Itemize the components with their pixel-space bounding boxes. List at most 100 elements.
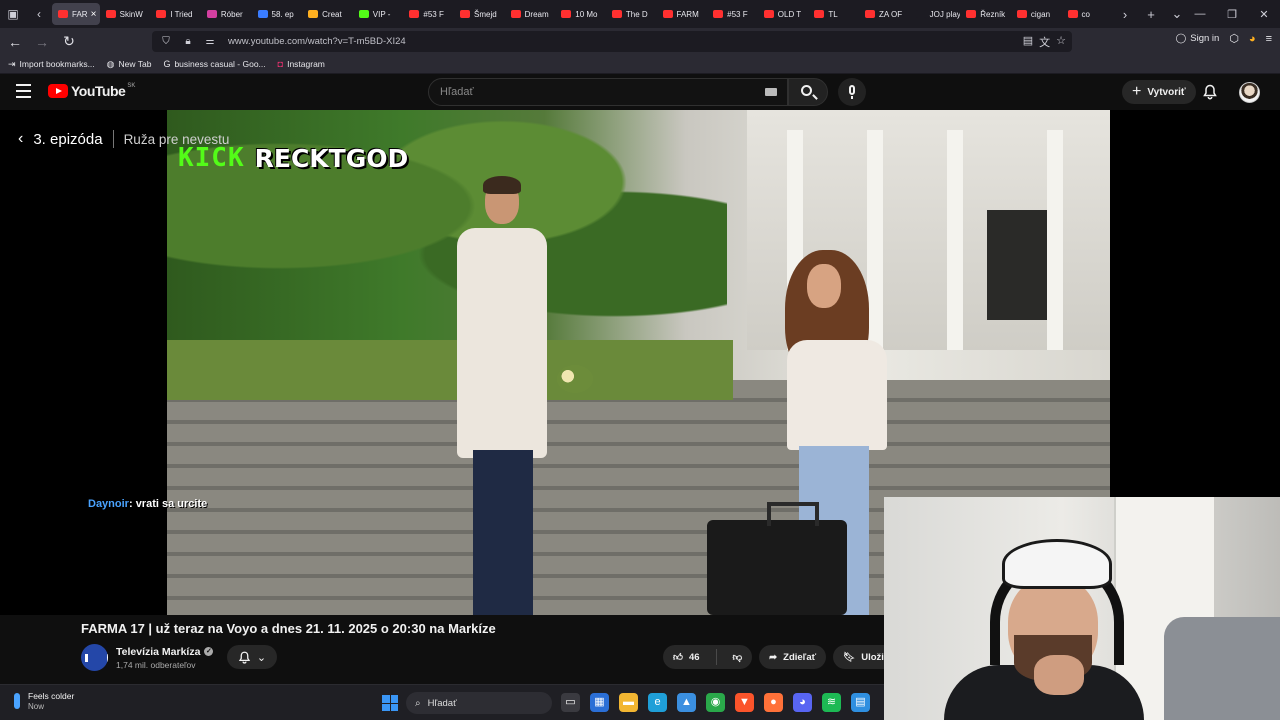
tab-label: Dream <box>524 9 549 19</box>
keyboard-icon[interactable] <box>765 88 777 96</box>
notifications-bell-icon[interactable] <box>1202 84 1218 100</box>
share-button[interactable]: ➦ Zdieľať <box>759 645 827 669</box>
voice-search-icon[interactable] <box>838 78 866 106</box>
browser-tab[interactable]: Řezník <box>960 3 1011 25</box>
browser-tab[interactable]: FARM <box>657 3 708 25</box>
browser-tab[interactable]: co <box>1062 3 1112 25</box>
bookmark-item[interactable]: ◍ New Tab <box>107 59 152 70</box>
hamburger-menu-icon[interactable] <box>16 84 31 98</box>
discord-icon[interactable]: ◕ <box>793 693 812 712</box>
tab-favicon-icon <box>1067 10 1078 18</box>
chevron-down-icon: ⌄ <box>256 651 267 664</box>
photos-icon[interactable]: ▲ <box>677 693 696 712</box>
browser-tab[interactable]: The D <box>606 3 657 25</box>
tab-favicon-icon <box>206 10 217 18</box>
notepad-icon[interactable]: ▤ <box>851 693 870 712</box>
back-icon[interactable]: ← <box>3 34 27 50</box>
avatar[interactable] <box>1239 82 1260 103</box>
tab-favicon-icon <box>561 10 572 18</box>
browser-tab[interactable]: JOJ play <box>910 3 960 25</box>
browser-tab[interactable]: Šmejd <box>454 3 505 25</box>
tab-favicon-icon <box>156 10 167 18</box>
lock-icon[interactable]: 🔒︎ <box>180 36 196 47</box>
chevron-left-icon[interactable]: ‹ <box>18 130 23 148</box>
subscription-bell-button[interactable]: ⌄ <box>227 645 277 669</box>
browser-tab[interactable]: Dream <box>505 3 556 25</box>
tab-label: FAR <box>72 9 88 19</box>
browser-tab[interactable]: OLD T <box>758 3 809 25</box>
streamer-webcam <box>934 535 1144 720</box>
sign-in-button[interactable]: ◯ Sign in <box>1176 33 1220 44</box>
tab-scroll-right-icon[interactable]: › <box>1112 7 1138 22</box>
minimize-icon[interactable]: — <box>1184 8 1216 20</box>
shield-icon[interactable]: ⛉ <box>158 36 174 47</box>
thumbs-down-icon: 👎︎ <box>732 652 743 663</box>
search-placeholder: Hľadať <box>440 86 474 98</box>
scene-suitcase <box>707 502 847 615</box>
reload-icon[interactable]: ↻ <box>57 33 81 50</box>
browser-tab[interactable]: #53 F <box>707 3 758 25</box>
bookmark-item[interactable]: ⇥ Import bookmarks... <box>8 59 95 70</box>
dislike-button[interactable]: 👎︎ <box>723 645 753 669</box>
reader-view-icon[interactable]: ▤ <box>1023 34 1033 50</box>
kick-logo: KICK <box>178 143 245 173</box>
browser-tab[interactable]: SkinW <box>100 3 151 25</box>
browser-tab[interactable]: FAR × <box>52 3 100 25</box>
browser-tab[interactable]: ZA OF <box>859 3 910 25</box>
browser-tab[interactable]: Creat <box>302 3 353 25</box>
channel-name[interactable]: Televízia Markíza <box>116 646 200 658</box>
channel-avatar[interactable] <box>81 644 108 671</box>
menu-icon[interactable]: ≡ <box>1266 33 1272 45</box>
youtube-logo[interactable]: YouTube SK <box>48 83 135 99</box>
edge-icon[interactable]: e <box>648 693 667 712</box>
search-button[interactable] <box>788 78 828 106</box>
like-count: 46 <box>688 651 700 663</box>
video-actions: 👍︎ 46 👎︎ ➦ Zdieľať 🔖︎ Uložiť <box>663 645 899 669</box>
profile-color-icon[interactable]: ◕ <box>1249 33 1256 45</box>
store-icon[interactable]: ▦ <box>590 693 609 712</box>
bookmark-item[interactable]: ◘ Instagram <box>278 59 325 69</box>
browser-tab-strip: ▣ ‹ FAR × SkinW I Tried Róber 58. ep Creat VIP … <box>0 0 1280 28</box>
address-bar[interactable]: ⛉ 🔒︎ ⚌ www.youtube.com/watch?v=T-m5BD-XI… <box>152 31 1072 52</box>
bookmark-import-icon: ⇥ <box>8 58 16 69</box>
forward-icon[interactable]: → <box>30 34 54 50</box>
extensions-icon[interactable]: ⬡ <box>1229 32 1239 45</box>
translate-icon[interactable]: 文 <box>1039 34 1050 50</box>
create-button[interactable]: + Vytvoriť <box>1122 80 1196 104</box>
new-tab-icon[interactable]: + <box>1138 7 1164 22</box>
tab-favicon-icon <box>865 10 876 18</box>
windows-start-icon[interactable] <box>382 695 398 711</box>
browser-tab[interactable]: VIP - <box>353 3 404 25</box>
close-tab-icon[interactable]: × <box>91 9 97 20</box>
url-text[interactable]: www.youtube.com/watch?v=T-m5BD-XI24 <box>228 36 406 47</box>
file-explorer-icon[interactable]: ▬ <box>619 693 638 712</box>
browser-tab[interactable]: cigan <box>1011 3 1062 25</box>
bookmark-label: New Tab <box>118 59 152 69</box>
tab-label: I Tried <box>170 9 193 19</box>
browser-tab[interactable]: 58. ep <box>252 3 303 25</box>
browser-tab[interactable]: I Tried <box>150 3 201 25</box>
search-input[interactable]: Hľadať <box>428 78 788 106</box>
tab-scroll-left-icon[interactable]: ‹ <box>26 0 52 28</box>
tab-overview-icon[interactable]: ▣ <box>0 0 26 28</box>
browser-tab[interactable]: Róber <box>201 3 252 25</box>
permissions-icon[interactable]: ⚌ <box>202 36 218 47</box>
bookmark-item[interactable]: Gbusiness casual - Goo... <box>163 59 265 69</box>
browser-tab[interactable]: 10 Mo <box>555 3 606 25</box>
restore-icon[interactable]: ❐ <box>1216 8 1248 21</box>
tab-favicon-icon <box>510 10 521 18</box>
brave-icon[interactable]: ▼ <box>735 693 754 712</box>
like-button[interactable]: 👍︎ 46 <box>663 645 710 669</box>
close-window-icon[interactable]: ✕ <box>1248 8 1280 21</box>
bookmark-icon: 🔖︎ <box>843 651 856 663</box>
weather-widget[interactable]: Feels colder Now <box>14 691 74 711</box>
firefox-icon[interactable]: ● <box>764 693 783 712</box>
task-view-icon[interactable]: ▭ <box>561 693 580 712</box>
bookmark-star-icon[interactable]: ☆ <box>1056 34 1066 50</box>
scene-man <box>457 176 547 615</box>
browser-tab[interactable]: TL <box>808 3 859 25</box>
taskbar-search-input[interactable]: ⌕ Hľadať <box>406 692 552 714</box>
spotify-icon[interactable]: ≋ <box>822 693 841 712</box>
chrome-icon[interactable]: ◉ <box>706 693 725 712</box>
browser-tab[interactable]: #53 F <box>403 3 454 25</box>
